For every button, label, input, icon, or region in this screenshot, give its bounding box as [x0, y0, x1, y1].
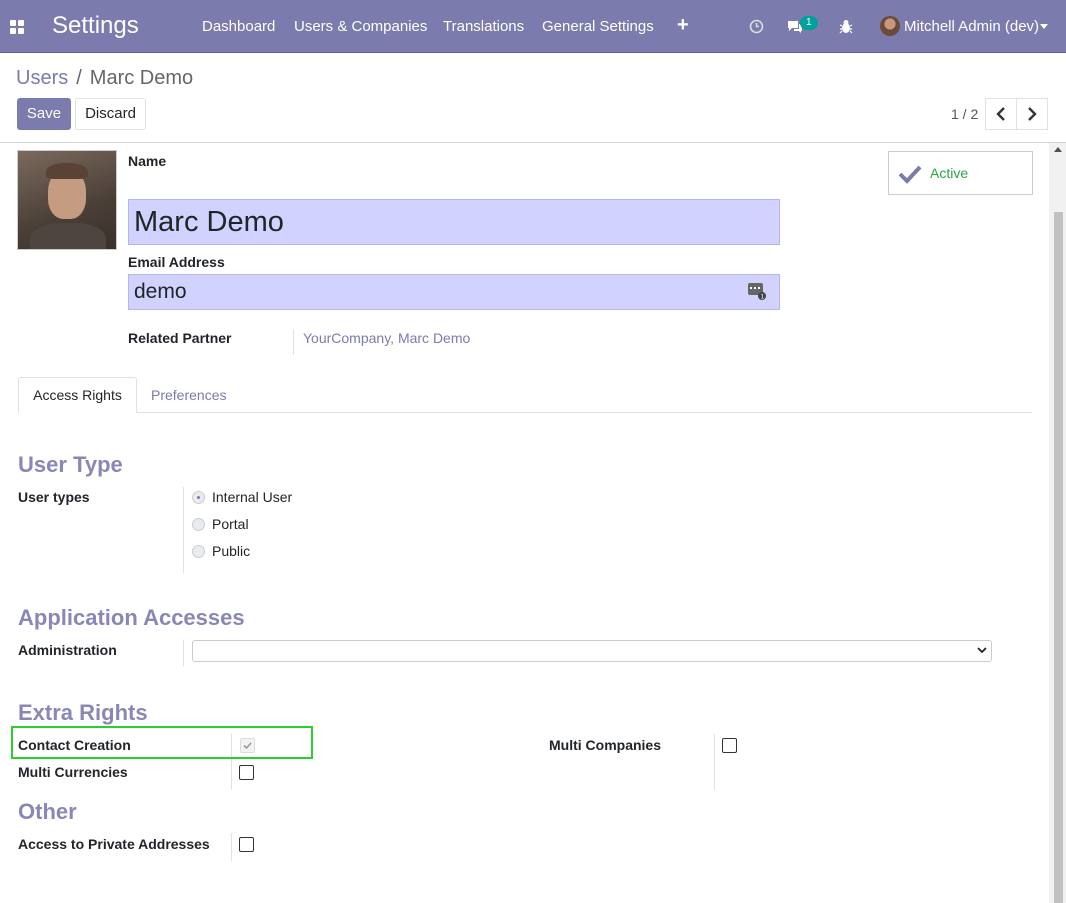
- active-toggle-button[interactable]: Active: [888, 151, 1033, 195]
- bug-icon[interactable]: [839, 19, 853, 34]
- chevron-down-icon[interactable]: [1040, 24, 1048, 29]
- multi-companies-label: Multi Companies: [549, 737, 662, 753]
- chevron-left-icon: [996, 107, 1005, 121]
- email-input[interactable]: demo: [128, 274, 780, 310]
- top-navbar: Settings Dashboard Users & Companies Tra…: [0, 0, 1066, 53]
- apps-menu-icon[interactable]: [10, 20, 24, 34]
- tab-access-rights[interactable]: Access Rights: [18, 377, 137, 413]
- breadcrumb-separator: /: [76, 67, 82, 89]
- plus-icon[interactable]: +: [677, 14, 689, 37]
- field-divider: [714, 734, 715, 790]
- highlight-box: [11, 726, 313, 759]
- radio-internal-user-label[interactable]: Internal User: [212, 489, 292, 505]
- administration-label: Administration: [18, 642, 117, 658]
- administration-select[interactable]: [192, 640, 992, 662]
- field-divider: [293, 329, 294, 355]
- private-addresses-checkbox[interactable]: [239, 837, 254, 852]
- related-partner-link[interactable]: YourCompany, Marc Demo: [303, 330, 470, 346]
- section-extra-rights-title: Extra Rights: [18, 700, 148, 725]
- check-icon: [898, 165, 922, 184]
- chevron-down-icon: [977, 647, 987, 654]
- scroll-up-arrow-icon[interactable]: [1054, 147, 1062, 152]
- menu-general-settings[interactable]: General Settings: [542, 18, 654, 35]
- breadcrumb: Users / Marc Demo: [16, 67, 193, 90]
- user-types-label: User types: [18, 489, 90, 505]
- discard-button[interactable]: Discard: [75, 98, 146, 130]
- scrollbar-thumb[interactable]: [1054, 212, 1063, 903]
- field-divider: [231, 833, 232, 861]
- section-application-accesses-title: Application Accesses: [18, 605, 245, 630]
- menu-translations[interactable]: Translations: [443, 18, 524, 35]
- radio-portal[interactable]: [192, 518, 205, 531]
- chevron-right-icon: [1028, 107, 1037, 121]
- pager-value[interactable]: 1 / 2: [951, 106, 978, 122]
- user-photo[interactable]: [17, 150, 117, 250]
- messages-badge: 1: [800, 16, 818, 30]
- save-button[interactable]: Save: [17, 98, 71, 130]
- radio-portal-label[interactable]: Portal: [212, 516, 249, 532]
- password-manager-icon[interactable]: 1: [748, 282, 766, 300]
- radio-public[interactable]: [192, 545, 205, 558]
- breadcrumb-users-link[interactable]: Users: [16, 67, 68, 89]
- active-label: Active: [930, 165, 969, 181]
- section-user-type-title: User Type: [18, 452, 123, 477]
- breadcrumb-current: Marc Demo: [89, 67, 194, 89]
- related-partner-label: Related Partner: [128, 330, 232, 346]
- menu-dashboard[interactable]: Dashboard: [202, 18, 275, 35]
- app-title: Settings: [52, 12, 139, 39]
- radio-internal-user[interactable]: [192, 491, 205, 504]
- section-other-title: Other: [18, 799, 77, 824]
- pager-previous-button[interactable]: [985, 98, 1017, 130]
- pager-next-button[interactable]: [1016, 98, 1048, 130]
- name-input[interactable]: Marc Demo: [128, 199, 780, 245]
- user-avatar[interactable]: [880, 16, 900, 36]
- name-label: Name: [128, 153, 167, 169]
- private-addresses-label: Access to Private Addresses: [18, 836, 210, 852]
- field-divider: [183, 487, 184, 573]
- multi-currencies-label: Multi Currencies: [18, 764, 128, 780]
- user-menu[interactable]: Mitchell Admin (dev): [904, 18, 1039, 35]
- email-label: Email Address: [128, 254, 225, 270]
- tab-preferences[interactable]: Preferences: [151, 387, 226, 403]
- multi-companies-checkbox[interactable]: [722, 738, 737, 753]
- tabs-divider: [18, 412, 1032, 413]
- control-panel-divider: [0, 142, 1066, 143]
- menu-users-companies[interactable]: Users & Companies: [294, 18, 427, 35]
- clock-icon[interactable]: [749, 19, 764, 34]
- svg-text:1: 1: [761, 294, 765, 301]
- multi-currencies-checkbox[interactable]: [239, 765, 254, 780]
- radio-public-label[interactable]: Public: [212, 543, 250, 559]
- field-divider: [183, 640, 184, 666]
